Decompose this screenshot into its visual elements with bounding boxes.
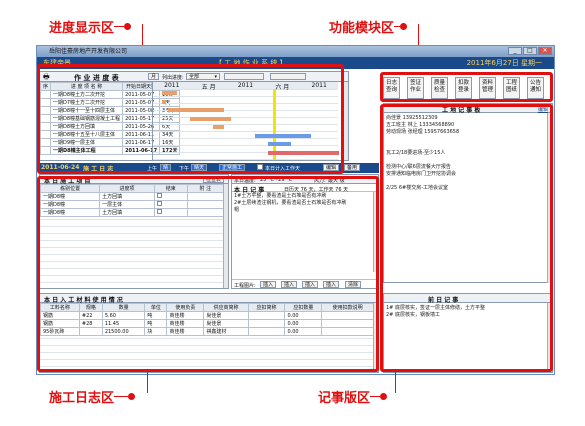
highlight-progress-area xyxy=(37,64,344,174)
callout-leader-notes xyxy=(395,371,396,393)
callout-leader-log xyxy=(147,371,148,393)
highlight-log-area xyxy=(37,176,379,372)
close-icon[interactable]: ✕ xyxy=(538,47,552,55)
callout-notes-label: 记事版区 xyxy=(318,391,371,406)
maximize-icon[interactable]: □ xyxy=(523,47,537,55)
log-prep-button[interactable]: 备用 xyxy=(344,164,361,171)
callout-notes-area: 记事版区 xyxy=(318,387,388,406)
callout-dot xyxy=(124,23,132,30)
callout-dot xyxy=(128,393,136,400)
minimize-icon[interactable]: _ xyxy=(508,47,522,55)
highlight-notes-area xyxy=(380,104,553,372)
callout-line xyxy=(114,396,129,397)
callout-dot xyxy=(380,393,388,400)
window-titlebar: 岳阳佳豪房地产开发有限公司 _ □ ✕ xyxy=(37,46,554,57)
callout-line xyxy=(370,396,381,397)
callout-log-label: 施工日志区 xyxy=(49,391,115,406)
window-title: 岳阳佳豪房地产开发有限公司 xyxy=(49,48,128,55)
callout-progress-label: 进度显示区 xyxy=(49,21,115,36)
callout-line xyxy=(114,26,125,27)
callout-modules-area: 功能模块区 xyxy=(329,17,408,36)
callout-dot xyxy=(400,23,408,30)
window-controls: _ □ ✕ xyxy=(508,47,552,55)
current-date: 2011年6月27日 星期一 xyxy=(466,59,542,67)
callout-progress-area: 进度显示区 xyxy=(49,17,132,36)
callout-modules-label: 功能模块区 xyxy=(329,21,395,36)
highlight-modules-area xyxy=(380,72,553,102)
callout-log-area: 施工日志区 xyxy=(49,387,136,406)
